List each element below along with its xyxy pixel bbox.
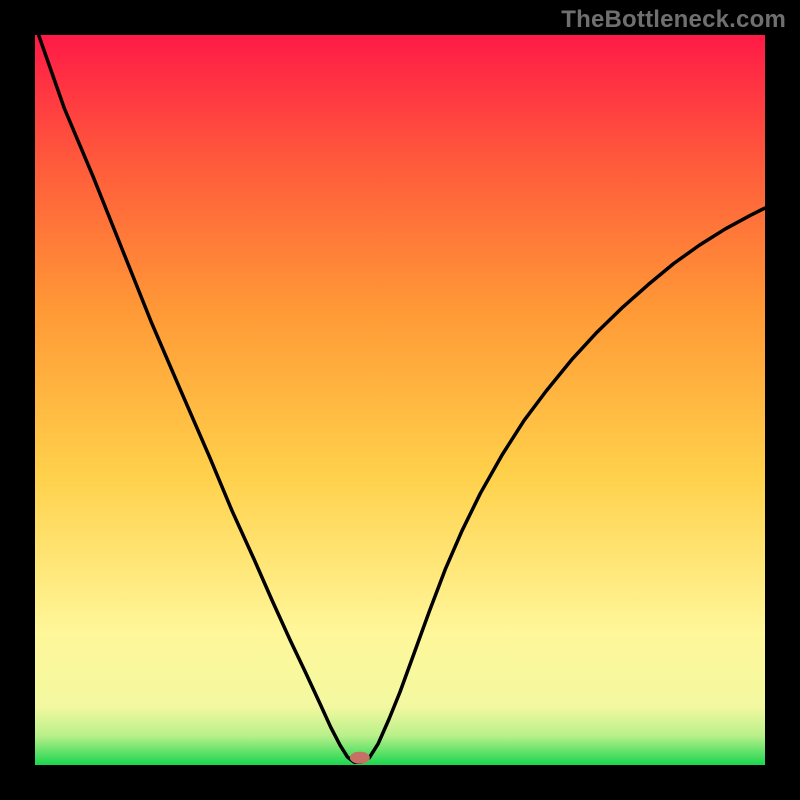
chart-background	[35, 35, 765, 765]
chart-frame: TheBottleneck.com	[0, 0, 800, 800]
chart-svg	[35, 35, 765, 765]
plot-area	[35, 35, 765, 765]
minimum-marker	[350, 752, 370, 764]
watermark-text: TheBottleneck.com	[561, 6, 786, 34]
